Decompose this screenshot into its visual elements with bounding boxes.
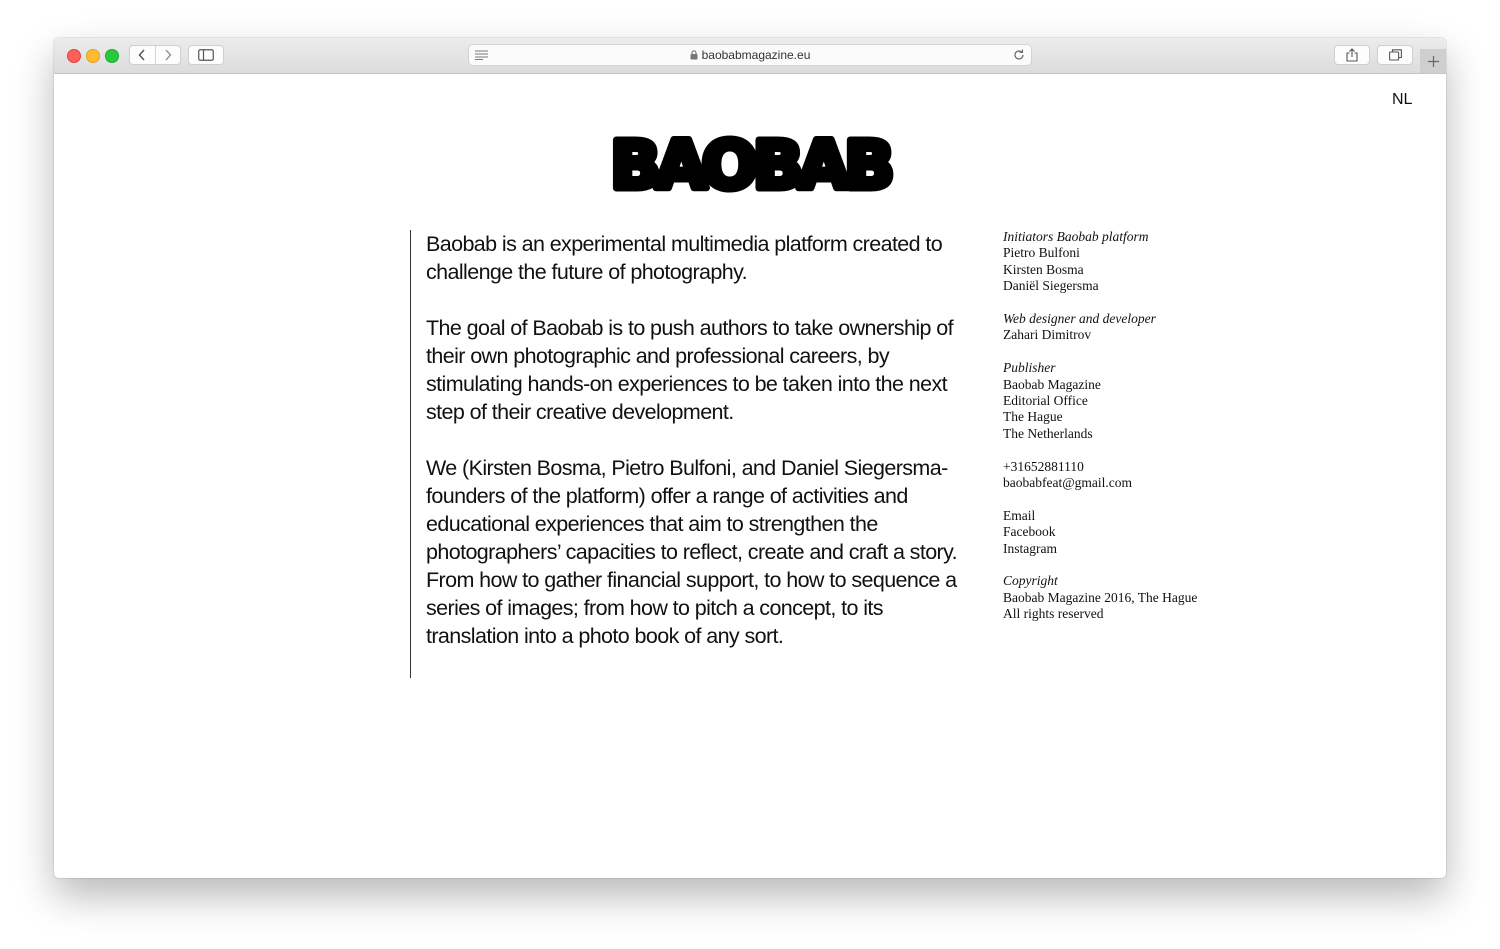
baobab-logo[interactable]: BAOBAB [594,124,906,202]
initiator-name: Daniël Siegersma [1003,278,1099,294]
initiators-label: Initiators Baobab platform [1003,229,1149,244]
instagram-link[interactable]: Instagram [1003,541,1263,557]
copyright-line: Baobab Magazine 2016, The Hague [1003,589,1198,605]
publisher-label: Publisher [1003,360,1056,376]
web-designer-name: Zahari Dimitrov [1003,327,1092,343]
initiator-name: Pietro Bulfoni [1003,245,1080,261]
url-display: baobabmagazine.eu [469,48,1031,62]
reload-icon[interactable] [1012,48,1026,62]
plus-icon [1427,55,1439,67]
address-bar[interactable]: baobabmagazine.eu [468,44,1032,66]
logo-wordmark: BAOBAB [610,127,890,202]
email-link[interactable]: Email [1003,508,1263,524]
contact-block: +31652881110 baobabfeat@gmail.com [1003,459,1263,492]
url-text: baobabmagazine.eu [701,48,811,62]
intro-paragraph: Baobab is an experimental multimedia pla… [426,232,943,284]
intro-paragraph: The goal of Baobab is to push authors to… [426,316,954,424]
chevron-right-icon [165,49,172,61]
publisher-line: The Netherlands [1003,425,1093,441]
copyright-label: Copyright [1003,573,1058,589]
back-button[interactable] [130,46,156,64]
browser-window: baobabmagazine.eu NL BAOBAB Baobab is an… [54,38,1446,878]
credits-column: Initiators Baobab platform Pietro Bulfon… [1003,229,1263,639]
intro-text: Baobab is an experimental multimedia pla… [410,230,986,678]
tabs-icon [1388,49,1402,61]
web-designer-block: Web designer and developer Zahari Dimitr… [1003,311,1263,344]
new-tab-button[interactable] [1420,49,1446,73]
zoom-window-button[interactable] [105,49,119,63]
initiators-block: Initiators Baobab platform Pietro Bulfon… [1003,229,1263,295]
page-content: NL BAOBAB Baobab is an experimental mult… [54,74,1446,878]
phone-number: +31652881110 [1003,458,1084,474]
share-button[interactable] [1334,45,1370,65]
web-designer-label: Web designer and developer [1003,311,1156,327]
lock-icon [690,50,698,60]
chevron-left-icon [138,49,145,61]
forward-button[interactable] [156,46,181,64]
publisher-line: The Hague [1003,409,1063,425]
email-address: baobabfeat@gmail.com [1003,475,1133,491]
minimize-window-button[interactable] [86,49,100,63]
sidebar-button[interactable] [188,45,224,65]
copyright-line: All rights reserved [1003,606,1104,622]
copyright-block: Copyright Baobab Magazine 2016, The Hagu… [1003,573,1263,622]
navigation-buttons [129,45,181,65]
language-switch-link[interactable]: NL [1392,91,1412,109]
sidebar-icon [198,49,214,61]
browser-toolbar: baobabmagazine.eu [54,38,1446,74]
show-tabs-button[interactable] [1377,45,1413,65]
share-icon [1346,48,1358,62]
initiator-name: Kirsten Bosma [1003,261,1084,277]
facebook-link[interactable]: Facebook [1003,524,1263,540]
close-window-button[interactable] [67,49,81,63]
publisher-line: Editorial Office [1003,393,1088,409]
social-links-block: Email Facebook Instagram [1003,508,1263,557]
intro-paragraph: We (Kirsten Bosma, Pietro Bulfoni, and D… [426,456,958,648]
publisher-block: Publisher Baobab Magazine Editorial Offi… [1003,360,1263,442]
publisher-line: Baobab Magazine [1003,376,1101,392]
